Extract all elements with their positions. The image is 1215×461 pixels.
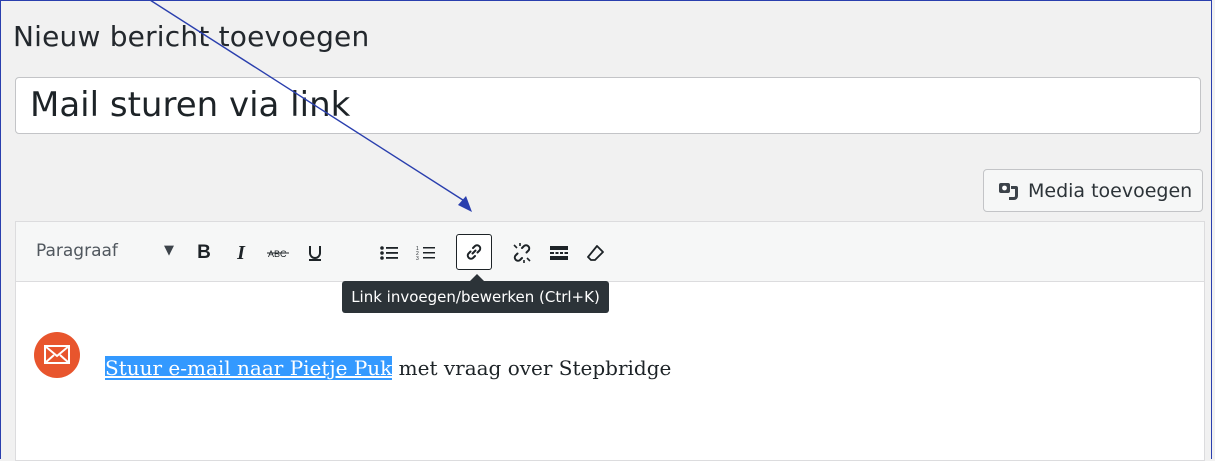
read-more-icon — [550, 246, 568, 260]
numbered-list-icon: 1 2 3 — [416, 246, 435, 262]
unlink-icon — [513, 243, 531, 263]
underline-button[interactable] — [298, 236, 332, 270]
editor-toolbar: Paragraaf ▼ B I ABC 1 2 3 — [16, 222, 1204, 282]
insert-link-button[interactable] — [456, 234, 492, 270]
add-media-button[interactable]: Media toevoegen — [983, 169, 1203, 212]
eraser-icon — [587, 245, 604, 261]
svg-text:ABC: ABC — [268, 249, 287, 259]
format-select[interactable]: Paragraaf ▼ — [24, 234, 184, 268]
post-title-input[interactable]: Mail sturen via link — [15, 77, 1201, 134]
italic-icon: I — [237, 241, 245, 264]
strikethrough-icon: ABC — [267, 249, 289, 259]
svg-text:3: 3 — [416, 256, 419, 262]
chevron-down-icon: ▼ — [164, 243, 174, 258]
bold-button[interactable]: B — [187, 236, 221, 270]
media-camera-icon — [998, 180, 1020, 202]
link-icon — [466, 244, 482, 260]
underline-icon — [309, 246, 321, 261]
bulleted-list-button[interactable] — [372, 236, 406, 270]
bold-icon: B — [197, 242, 211, 263]
clear-formatting-button[interactable] — [579, 236, 613, 270]
classic-editor: Paragraaf ▼ B I ABC 1 2 3 — [15, 221, 1205, 461]
numbered-list-button[interactable]: 1 2 3 — [409, 236, 443, 270]
italic-button[interactable]: I — [224, 236, 258, 270]
bulleted-list-icon — [380, 246, 398, 260]
add-media-label: Media toevoegen — [1028, 179, 1193, 202]
strikethrough-button[interactable]: ABC — [261, 236, 295, 270]
content-paragraph[interactable]: Stuur e-mail naar Pietje Puk met vraag o… — [105, 356, 671, 380]
format-select-value: Paragraaf — [36, 241, 118, 261]
envelope-icon — [34, 332, 80, 378]
selected-link-text[interactable]: Stuur e-mail naar Pietje Puk — [105, 356, 393, 380]
page-title: Nieuw bericht toevoegen — [13, 20, 370, 53]
read-more-button[interactable] — [542, 236, 576, 270]
link-tooltip: Link invoegen/bewerken (Ctrl+K) — [342, 274, 609, 313]
content-rest-text: met vraag over Stepbridge — [392, 356, 672, 380]
remove-link-button[interactable] — [505, 236, 539, 270]
